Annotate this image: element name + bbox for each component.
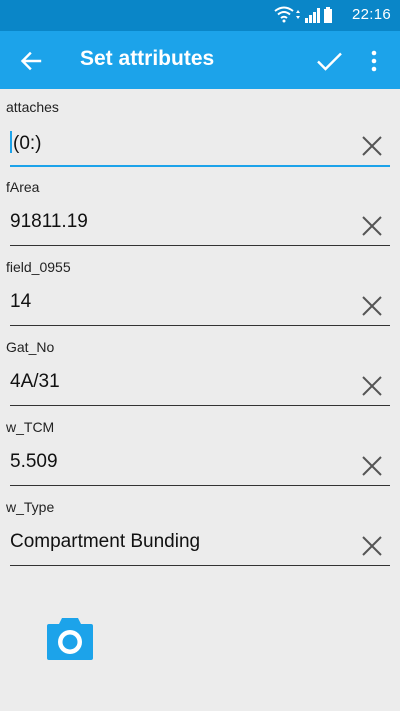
more-vertical-icon[interactable] — [364, 46, 384, 76]
attribute-field-attaches: attaches (0:) — [0, 90, 400, 170]
clear-icon[interactable] — [360, 454, 384, 478]
wifi-icon — [274, 6, 294, 23]
field-input[interactable]: Compartment Bunding — [10, 531, 200, 553]
field-input[interactable]: (0:) — [10, 131, 42, 155]
attribute-field-field-0955: field_0955 14 — [0, 250, 400, 330]
status-time: 22:16 — [351, 6, 391, 23]
field-value: 4A/31 — [10, 371, 60, 392]
attribute-field-w-type: w_Type Compartment Bunding — [0, 490, 400, 570]
field-underline — [10, 325, 390, 326]
field-label: w_TCM — [6, 419, 55, 435]
field-input[interactable]: 91811.19 — [10, 211, 88, 233]
battery-icon — [324, 7, 332, 23]
field-label: field_0955 — [6, 259, 71, 275]
field-input[interactable]: 14 — [10, 291, 31, 313]
field-input[interactable]: 4A/31 — [10, 371, 60, 393]
field-underline — [10, 245, 390, 246]
status-bar: 22:16 — [0, 0, 400, 31]
field-value: 91811.19 — [10, 211, 88, 232]
field-label: Gat_No — [6, 339, 55, 355]
field-value: 14 — [10, 291, 32, 312]
text-caret — [10, 131, 12, 153]
field-input[interactable]: 5.509 — [10, 451, 58, 473]
field-value: Compartment Bunding — [10, 531, 201, 552]
field-value: (0:) — [13, 133, 42, 154]
field-underline — [10, 165, 390, 167]
clear-icon[interactable] — [360, 534, 384, 558]
field-value: 5.509 — [10, 451, 58, 472]
clear-icon[interactable] — [360, 374, 384, 398]
attribute-field-farea: fArea 91811.19 — [0, 170, 400, 250]
field-underline — [10, 485, 390, 486]
field-underline — [10, 565, 390, 566]
camera-icon[interactable] — [44, 616, 96, 662]
data-arrows-icon — [296, 10, 300, 19]
app-toolbar: Set attributes — [0, 31, 400, 89]
clear-icon[interactable] — [360, 134, 384, 158]
attribute-field-w-tcm: w_TCM 5.509 — [0, 410, 400, 490]
status-icons — [274, 6, 332, 23]
field-label: w_Type — [6, 499, 55, 515]
signal-icon — [305, 8, 320, 23]
checkmark-icon[interactable] — [314, 46, 344, 76]
field-label: fArea — [6, 179, 40, 195]
clear-icon[interactable] — [360, 214, 384, 238]
attribute-field-gat-no: Gat_No 4A/31 — [0, 330, 400, 410]
field-label: attaches — [6, 99, 59, 115]
clear-icon[interactable] — [360, 294, 384, 318]
arrow-left-icon[interactable] — [18, 48, 44, 74]
page-title: Set attributes — [80, 47, 215, 70]
field-underline — [10, 405, 390, 406]
